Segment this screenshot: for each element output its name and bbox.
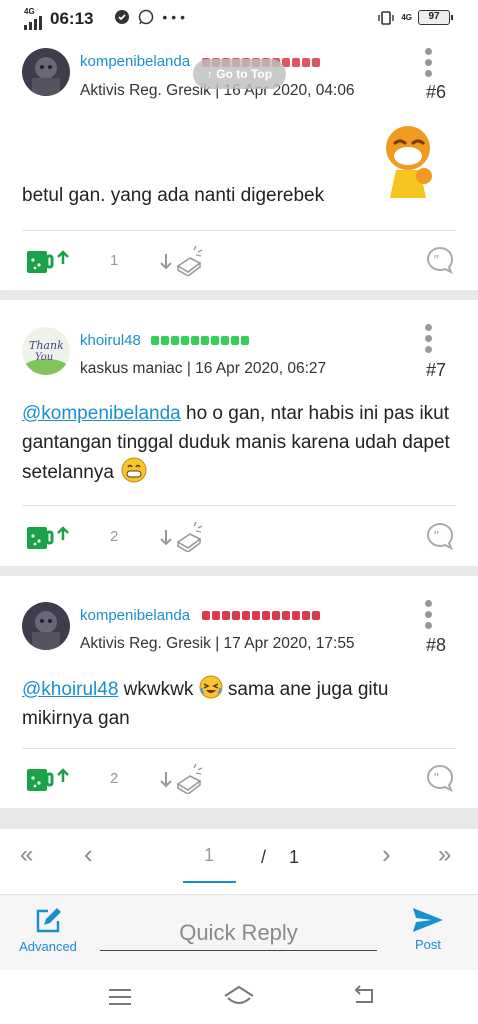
cendol-count: 2: [110, 528, 119, 545]
advanced-label: Advanced: [19, 939, 77, 954]
post-content: @kompenibelanda ho o gan, ntar habis ini…: [22, 399, 462, 487]
page-separator: /: [261, 847, 267, 867]
post-button[interactable]: Post: [402, 907, 454, 952]
cendol-count: 2: [110, 770, 119, 787]
reputation-bar: [202, 611, 320, 620]
more-notifications-icon: •••: [162, 9, 190, 26]
svg-text:You: You: [35, 352, 53, 363]
post-text: wkwkwk: [118, 679, 199, 700]
battery-icon: 97: [418, 10, 453, 25]
pagination: « ‹ 1 / 1 › »: [0, 829, 478, 887]
post-actions: 1 ”: [0, 240, 478, 280]
mention-link[interactable]: @kompenibelanda: [22, 403, 181, 424]
first-page-button[interactable]: «: [20, 841, 33, 869]
reputation-bar: [151, 336, 249, 345]
signal-icon: [24, 16, 42, 30]
quote-icon[interactable]: ”: [425, 522, 455, 550]
current-page-underline: [183, 881, 236, 883]
total-pages: 1: [289, 847, 300, 867]
separator: [0, 566, 478, 576]
home-icon[interactable]: [222, 984, 256, 1008]
username[interactable]: kompenibelanda: [80, 607, 190, 624]
post-label: Post: [414, 937, 441, 952]
svg-text:”: ”: [433, 530, 440, 545]
post-meta: Aktivis Reg. Gresik | 17 Apr 2020, 17:55: [80, 635, 355, 652]
divider: [22, 230, 456, 231]
divider: [22, 748, 456, 749]
grin-emoji: [121, 457, 147, 483]
go-to-top-button[interactable]: ↑ Go to Top: [193, 59, 286, 89]
post-options-icon[interactable]: [425, 600, 433, 633]
cendol-up-icon[interactable]: [27, 766, 71, 792]
next-page-button[interactable]: ›: [382, 839, 391, 870]
avatar[interactable]: [22, 602, 70, 650]
advanced-reply-button[interactable]: Advanced: [14, 907, 82, 954]
menu-icon[interactable]: [108, 988, 132, 1006]
network-type-right: 4G: [401, 13, 412, 22]
avatar[interactable]: [22, 48, 70, 96]
post-item: Thank You khoirul48 kaskus maniac | 16 Ap…: [0, 300, 478, 566]
post-number: #6: [425, 82, 446, 102]
username[interactable]: kompenibelanda: [80, 53, 190, 70]
whatsapp-icon: [138, 9, 154, 25]
post-text: betul gan. yang ada nanti digerebek: [22, 185, 325, 206]
username[interactable]: khoirul48: [80, 332, 141, 349]
prev-page-button[interactable]: ‹: [84, 839, 93, 870]
mention-link[interactable]: @khoirul48: [22, 679, 118, 700]
post-options-icon[interactable]: [425, 324, 433, 357]
update-icon: [115, 10, 129, 25]
quote-icon[interactable]: ”: [425, 246, 455, 274]
separator: [0, 290, 478, 300]
emoticon-sticker: [386, 126, 432, 198]
status-bar: 4G 06:13 ••• 4G 97: [0, 0, 478, 36]
edit-icon: [36, 908, 61, 933]
notification-icons: •••: [114, 8, 189, 25]
cendol-count: 1: [110, 252, 119, 269]
post-actions: 2 ”: [0, 758, 478, 798]
laughing-emoji: [199, 675, 223, 699]
send-icon: [413, 908, 443, 932]
avatar[interactable]: Thank You: [22, 327, 70, 375]
post-content: @khoirul48 wkwkwk sama ane juga gitu mik…: [22, 675, 462, 733]
current-page-input[interactable]: 1: [204, 845, 214, 866]
divider: [22, 505, 456, 506]
quick-reply-input[interactable]: Quick Reply: [100, 913, 377, 951]
svg-text:Thank: Thank: [29, 339, 64, 352]
bata-down-icon[interactable]: [158, 762, 208, 794]
cendol-up-icon[interactable]: [27, 248, 71, 274]
last-page-button[interactable]: »: [438, 841, 451, 869]
post-options-icon[interactable]: [425, 48, 433, 81]
separator: [0, 808, 478, 829]
bata-down-icon[interactable]: [158, 520, 208, 552]
signal-indicator: 4G: [24, 7, 46, 30]
clock: 06:13: [50, 9, 94, 28]
vibrate-icon: [378, 10, 395, 25]
status-right: 4G 97: [377, 10, 453, 25]
system-nav-bar: [0, 970, 478, 1024]
svg-text:”: ”: [433, 772, 440, 787]
bata-down-icon[interactable]: [158, 244, 208, 276]
cendol-up-icon[interactable]: [27, 524, 71, 550]
reply-bar: Advanced Quick Reply Post: [0, 894, 478, 970]
svg-text:”: ”: [433, 254, 440, 269]
back-icon[interactable]: [352, 984, 376, 1006]
post-number: #7: [425, 360, 446, 380]
quote-icon[interactable]: ”: [425, 764, 455, 792]
post-actions: 2 ”: [0, 516, 478, 556]
post-item: kompenibelanda Aktivis Reg. Gresik | 17 …: [0, 576, 478, 808]
post-meta: kaskus maniac | 16 Apr 2020, 06:27: [80, 360, 327, 377]
network-type: 4G: [24, 7, 35, 16]
post-number: #8: [425, 635, 446, 655]
